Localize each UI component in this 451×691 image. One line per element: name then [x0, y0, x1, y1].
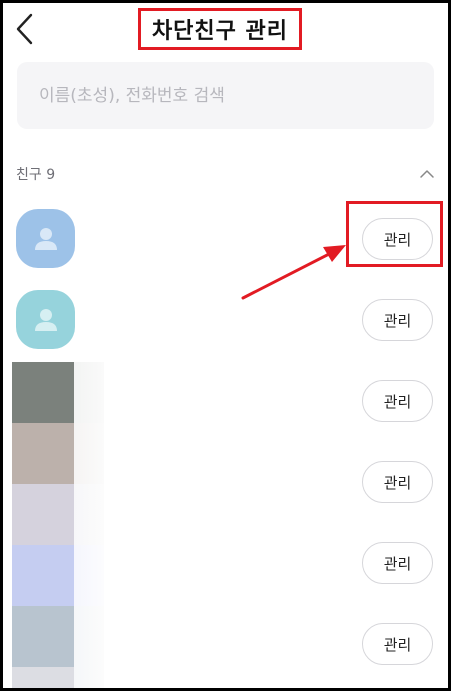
- friends-section-header[interactable]: 친구 9: [16, 161, 436, 187]
- page-title: 차단친구 관리: [151, 19, 289, 44]
- avatar: [16, 209, 75, 268]
- manage-button[interactable]: 관리: [362, 542, 433, 584]
- friends-count-label: 친구 9: [16, 167, 56, 183]
- person-icon: [34, 308, 57, 331]
- annotation-arrow-icon: [241, 245, 346, 300]
- friend-row: 관리: [3, 423, 448, 503]
- blurred-name: [74, 606, 104, 688]
- search-box[interactable]: [17, 62, 434, 129]
- friend-row: 관리: [3, 542, 448, 606]
- friend-row: 관리: [3, 287, 448, 351]
- avatar: [16, 290, 75, 349]
- manage-button[interactable]: 관리: [362, 623, 433, 665]
- blurred-avatar: [12, 545, 74, 606]
- blurred-name: [74, 484, 104, 545]
- blurred-avatar: [12, 606, 74, 667]
- back-button[interactable]: [11, 11, 39, 47]
- header: 차단친구 관리: [3, 3, 448, 55]
- friend-row: 관리: [3, 606, 448, 688]
- friend-row: 관리: [3, 362, 448, 423]
- manage-button[interactable]: 관리: [362, 299, 433, 341]
- manage-button[interactable]: 관리: [362, 380, 433, 422]
- blurred-name: [74, 423, 104, 484]
- blurred-name: [74, 545, 104, 606]
- manage-button-highlight: [346, 201, 443, 267]
- blurred-avatar: [12, 362, 74, 423]
- blurred-avatar: [12, 423, 74, 484]
- person-icon: [34, 227, 57, 250]
- blurred-avatar: [12, 484, 74, 545]
- search-input[interactable]: [39, 85, 419, 106]
- blurred-avatar: [12, 667, 74, 688]
- chevron-left-icon: [16, 13, 33, 45]
- chevron-up-icon[interactable]: [418, 167, 436, 181]
- title-highlight: 차단친구 관리: [138, 8, 302, 50]
- friend-row: [3, 484, 448, 545]
- screen: 차단친구 관리 친구 9 관리 관리: [3, 3, 448, 688]
- blurred-name: [74, 362, 104, 423]
